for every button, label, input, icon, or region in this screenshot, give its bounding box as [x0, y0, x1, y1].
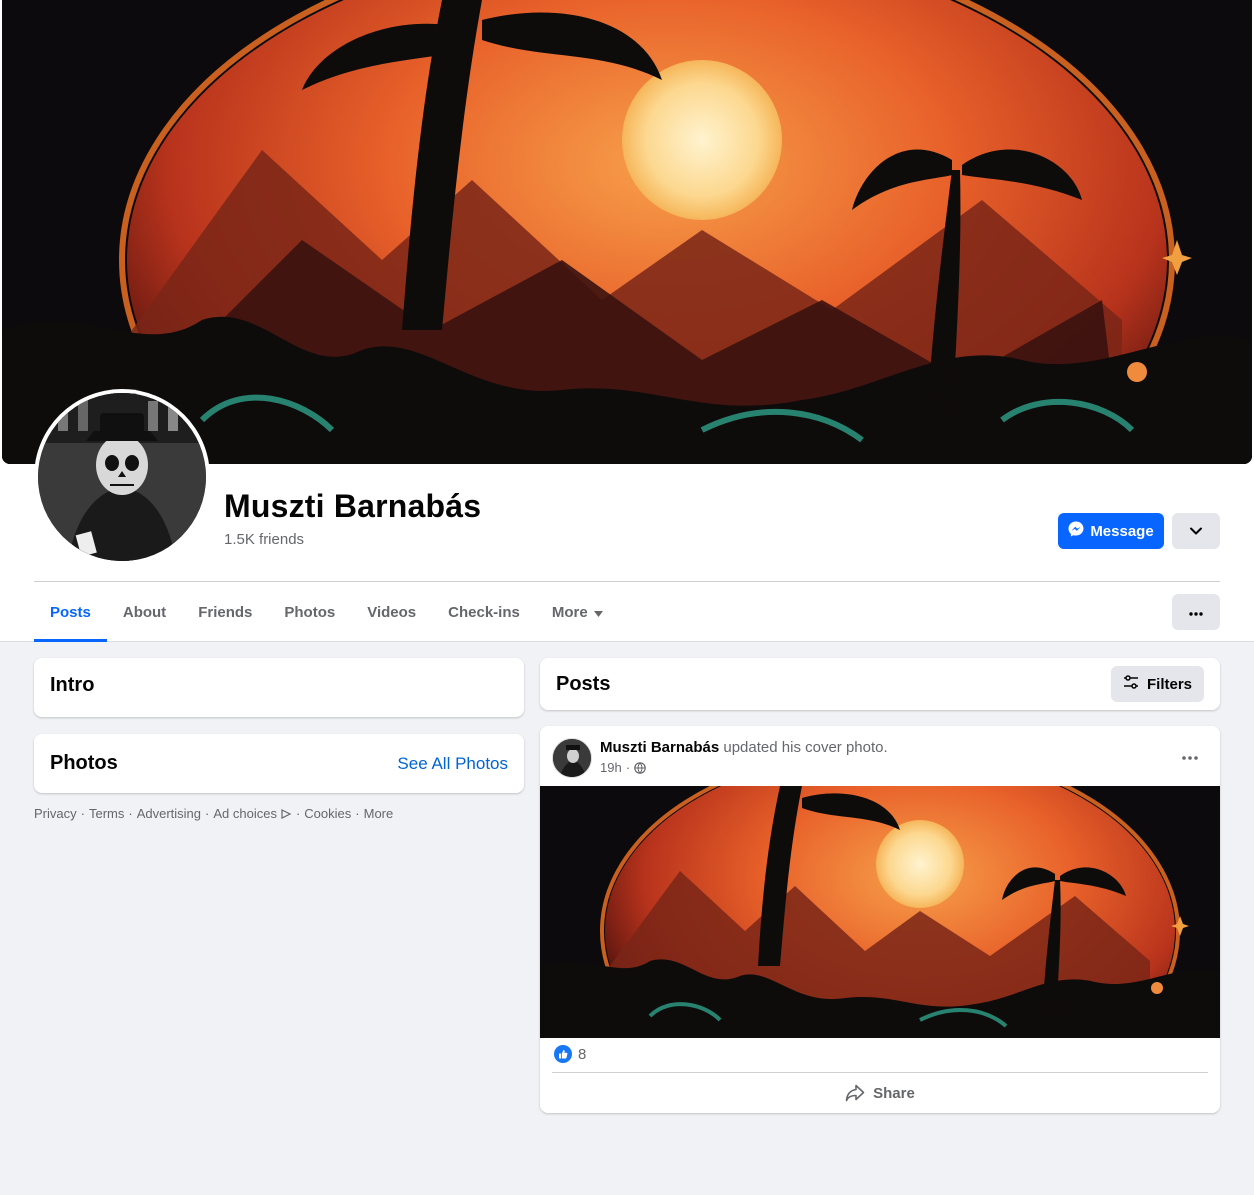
post-author-avatar[interactable] — [552, 738, 592, 778]
post-author-name[interactable]: Muszti Barnabás — [600, 739, 719, 756]
photos-title: Photos — [50, 752, 118, 774]
intro-card: Intro — [34, 658, 524, 717]
tab-more[interactable]: More — [536, 582, 619, 642]
like-count: 8 — [578, 1045, 587, 1063]
message-button-label: Message — [1090, 522, 1154, 540]
posts-title: Posts — [556, 672, 611, 695]
globe-icon — [634, 761, 646, 774]
tab-videos[interactable]: Videos — [351, 582, 432, 642]
footer-link-ad-choices[interactable]: Ad choices — [213, 806, 277, 821]
see-all-photos-link[interactable]: See All Photos — [397, 754, 508, 774]
post-cover-image[interactable] — [540, 786, 1220, 1038]
share-label: Share — [873, 1084, 915, 1102]
profile-avatar[interactable] — [34, 389, 210, 565]
tabs-more-options-button[interactable] — [1172, 594, 1220, 630]
footer-link-advertising[interactable]: Advertising — [137, 806, 201, 821]
footer-links: Privacy · Terms · Advertising · Ad choices … — [34, 806, 394, 821]
like-icon — [554, 1045, 572, 1063]
cover-photo[interactable] — [2, 0, 1252, 464]
filters-button[interactable]: Filters — [1110, 666, 1204, 702]
sunset-palm-art-image — [2, 0, 1252, 464]
share-icon — [845, 1084, 865, 1102]
ellipsis-icon — [1189, 603, 1203, 621]
footer-link-privacy[interactable]: Privacy — [34, 806, 77, 821]
intro-title: Intro — [50, 674, 95, 696]
footer-link-terms[interactable]: Terms — [89, 806, 124, 821]
footer-link-more[interactable]: More — [364, 806, 394, 821]
post-card: Muszti Barnabás updated his cover photo.… — [540, 726, 1220, 1113]
photos-card: Photos See All Photos — [34, 734, 524, 793]
profile-dropdown-button[interactable] — [1172, 513, 1220, 549]
friends-count[interactable]: 1.5K friends — [224, 531, 304, 548]
sunset-palm-art-image — [540, 786, 1220, 1038]
post-divider — [552, 1072, 1208, 1073]
post-options-button[interactable] — [1176, 744, 1204, 768]
posts-header-card: Posts Filters — [540, 658, 1220, 710]
message-button[interactable]: Message — [1058, 513, 1164, 549]
messenger-icon — [1068, 521, 1084, 541]
post-timestamp[interactable]: 19h — [600, 760, 622, 775]
chevron-down-icon — [1190, 522, 1202, 540]
tab-posts[interactable]: Posts — [34, 582, 107, 642]
caret-down-icon — [593, 604, 603, 621]
meta-separator: · — [625, 760, 631, 775]
share-button[interactable]: Share — [552, 1076, 1208, 1110]
tab-about[interactable]: About — [107, 582, 182, 642]
tab-check-ins[interactable]: Check-ins — [432, 582, 536, 642]
post-action-text: updated his cover photo. — [723, 739, 888, 756]
profile-name: Muszti Barnabás — [224, 488, 482, 524]
filters-label: Filters — [1146, 675, 1192, 693]
post-reactions[interactable]: 8 — [554, 1045, 586, 1063]
profile-tabs: Posts About Friends Photos Videos Check-… — [34, 582, 619, 642]
ad-choices-icon — [280, 808, 292, 820]
tab-photos[interactable]: Photos — [268, 582, 351, 642]
skull-gangster-avatar-image — [553, 739, 591, 777]
footer-link-cookies[interactable]: Cookies — [304, 806, 351, 821]
skull-gangster-avatar-image — [38, 393, 206, 561]
sliders-icon — [1123, 675, 1139, 693]
ellipsis-icon — [1182, 747, 1198, 765]
tab-friends[interactable]: Friends — [182, 582, 268, 642]
